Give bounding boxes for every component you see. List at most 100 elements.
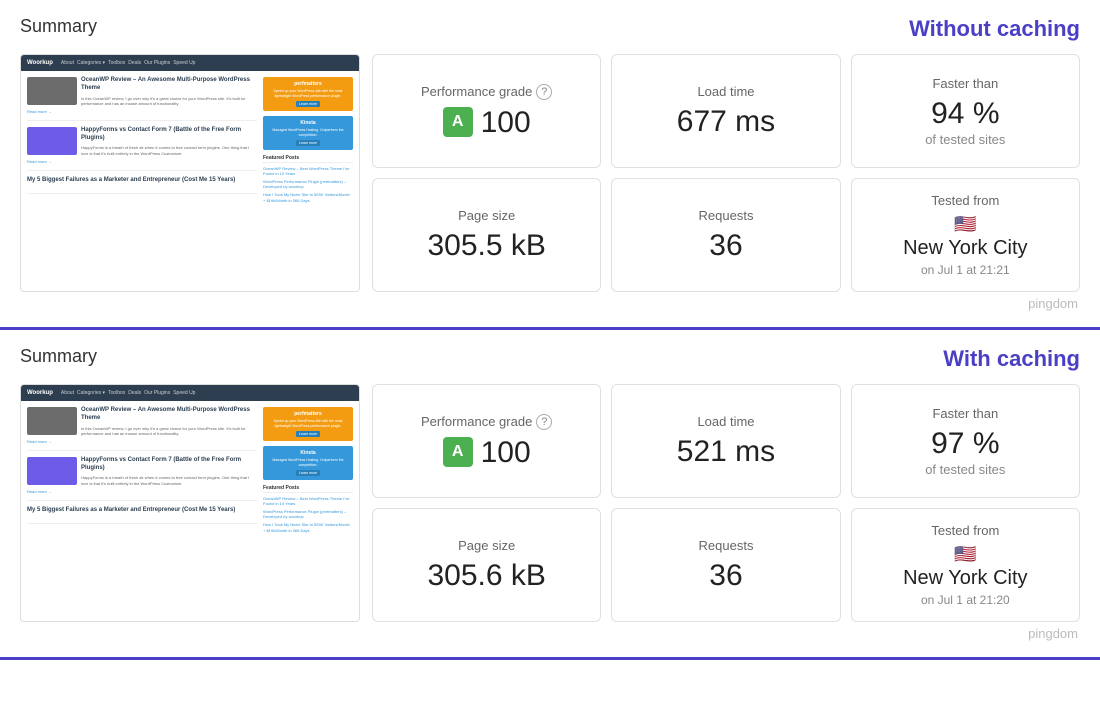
mock-post-2-2: HappyForms vs Contact Form 7 (Battle of …: [27, 457, 257, 501]
mock-featured-label-1: Featured Posts: [263, 155, 353, 163]
mock-post-2-3: My 5 Biggest Failures as a Marketer and …: [27, 507, 257, 525]
section1-faster-title: Faster than: [932, 76, 998, 91]
section1-perf-title: Performance grade ?: [421, 84, 552, 100]
mock-featured-link-2: WordPress Performance Plugin (perfmatter…: [263, 179, 353, 190]
mock-sidebar-card-1: perfmatters Speed up your WordPress site…: [263, 77, 353, 111]
mock-nav-link-2d: Deals: [128, 390, 141, 396]
section2-date: on Jul 1 at 21:20: [921, 593, 1010, 607]
mock-sidebar-2: perfmatters Speed up your WordPress site…: [263, 407, 353, 535]
mock-main-2: OceanWP Review – An Awesome Multi-Purpos…: [27, 407, 257, 535]
mock-sidebar-card-btn-2-2: Learn more: [296, 470, 320, 476]
section1-page-size-value: 305.5 kB: [427, 229, 545, 262]
mock-post-2-1: OceanWP Review – An Awesome Multi-Purpos…: [27, 407, 257, 451]
mock-nav-link: Toolbox: [108, 60, 125, 66]
section2-metrics-grid: Performance grade ? A 100 Load time 521 …: [372, 384, 1080, 622]
section1-body: Woorkup About Categories ▾ Toolbox Deals…: [20, 54, 1080, 292]
section1-faster-value: 94 %: [931, 97, 999, 130]
mock-post-img-1: [27, 77, 77, 105]
mock-read-more-2: Read more →: [27, 159, 257, 164]
mock-nav-link: Categories ▾: [77, 60, 105, 66]
mock-nav-link: Deals: [128, 60, 141, 66]
mock-nav-brand-2: Woorkup: [27, 390, 53, 396]
section1-performance-grade-card: Performance grade ? A 100: [372, 54, 601, 168]
mock-nav-link: Our Plugins: [144, 60, 170, 66]
section-with-caching: Summary With caching Woorkup About Categ…: [0, 330, 1100, 660]
mock-featured-link-2-1: OceanWP Review – Best WordPress Theme I'…: [263, 496, 353, 507]
perf-help-icon-2[interactable]: ?: [536, 414, 552, 430]
mock-post-1: OceanWP Review – An Awesome Multi-Purpos…: [27, 77, 257, 121]
section2-load-time-card: Load time 521 ms: [611, 384, 840, 498]
section1-tested-from-card: Tested from 🇺🇸 New York City on Jul 1 at…: [851, 178, 1080, 292]
section2-pingdom: pingdom: [20, 626, 1080, 641]
mock-sidebar-card-2-2: Kinsta Managed WordPress Hosting. Outper…: [263, 446, 353, 480]
mock-nav-link-2e: Our Plugins: [144, 390, 170, 396]
mock-featured-label-2: Featured Posts: [263, 485, 353, 493]
section1-flag: 🇺🇸: [954, 214, 976, 235]
mock-content-2: OceanWP Review – An Awesome Multi-Purpos…: [21, 401, 359, 541]
mock-post-title-2-3: My 5 Biggest Failures as a Marketer and …: [27, 507, 257, 515]
mock-main-1: OceanWP Review – An Awesome Multi-Purpos…: [27, 77, 257, 205]
mock-post-text-2: HappyForms is a breath of fresh air when…: [81, 145, 257, 156]
section2-city: New York City: [903, 567, 1028, 590]
mock-post-img-2: [27, 127, 77, 155]
section2-load-title: Load time: [697, 414, 754, 429]
mock-sidebar-card-btn-1: Learn more: [296, 101, 320, 107]
section2-grade-badge: A: [443, 437, 473, 467]
section1-grade-number: 100: [481, 106, 531, 139]
mock-nav-links-1: About Categories ▾ Toolbox Deals Our Plu…: [61, 60, 196, 66]
section1-date: on Jul 1 at 21:21: [921, 263, 1010, 277]
mock-sidebar-card-title-2-2: Kinsta: [267, 450, 349, 456]
mock-post-img-2-2: [27, 457, 77, 485]
mock-content-1: OceanWP Review – An Awesome Multi-Purpos…: [21, 71, 359, 211]
section1-requests-value: 36: [709, 229, 742, 262]
mock-nav-2: Woorkup About Categories ▾ Toolbox Deals…: [21, 385, 359, 401]
mock-sidebar-card-text-2-1: Speed up your WordPress site with the mo…: [267, 419, 349, 429]
section2-grade-number: 100: [481, 436, 531, 469]
section2-faster-than-card: Faster than 97 % of tested sites: [851, 384, 1080, 498]
section1-pingdom: pingdom: [20, 296, 1080, 311]
section2-screenshot: Woorkup About Categories ▾ Toolbox Deals…: [20, 384, 360, 622]
section2-faster-value: 97 %: [931, 427, 999, 460]
mock-sidebar-card-2-1: perfmatters Speed up your WordPress site…: [263, 407, 353, 441]
section1-requests-card: Requests 36: [611, 178, 840, 292]
section2-page-size-value: 305.6 kB: [427, 559, 545, 592]
mock-featured-link-1: OceanWP Review – Best WordPress Theme I'…: [263, 166, 353, 177]
mock-nav-link: About: [61, 60, 74, 66]
perf-help-icon[interactable]: ?: [536, 84, 552, 100]
section1-tested-from-title: Tested from: [931, 193, 999, 208]
section2-flag: 🇺🇸: [954, 544, 976, 565]
section2-perf-title: Performance grade ?: [421, 414, 552, 430]
mock-post-text-1: Is this OceanWP review, I go over why it…: [81, 96, 257, 107]
mock-sidebar-card-title-2: Kinsta: [267, 120, 349, 126]
section1-caching-label: Without caching: [909, 16, 1080, 42]
mock-featured-link-2-2: WordPress Performance Plugin (perfmatter…: [263, 509, 353, 520]
mock-sidebar-card-title-1: perfmatters: [267, 81, 349, 87]
mock-featured-link-3: How I Took My Niche Site to 593K Visitor…: [263, 192, 353, 203]
mock-nav-link-2c: Toolbox: [108, 390, 125, 396]
section2-header: Summary With caching: [20, 346, 1080, 372]
mock-site-1: Woorkup About Categories ▾ Toolbox Deals…: [21, 55, 359, 291]
section1-requests-title: Requests: [699, 208, 754, 223]
section1-screenshot: Woorkup About Categories ▾ Toolbox Deals…: [20, 54, 360, 292]
section1-faster-than-card: Faster than 94 % of tested sites: [851, 54, 1080, 168]
section2-faster-title: Faster than: [932, 406, 998, 421]
section2-page-size-title: Page size: [458, 538, 515, 553]
mock-sidebar-1: perfmatters Speed up your WordPress site…: [263, 77, 353, 205]
mock-post-3: My 5 Biggest Failures as a Marketer and …: [27, 177, 257, 195]
section1-faster-sub: of tested sites: [925, 132, 1005, 147]
section2-load-value: 521 ms: [677, 435, 775, 468]
mock-sidebar-card-btn-2: Learn more: [296, 140, 320, 146]
mock-post-title-3: My 5 Biggest Failures as a Marketer and …: [27, 177, 257, 185]
mock-read-more-2-1: Read more →: [27, 439, 257, 444]
mock-sidebar-card-btn-2-1: Learn more: [296, 431, 320, 437]
section1-perf-value: A 100: [443, 106, 531, 139]
mock-post-text-2-1: Is this OceanWP review, I go over why it…: [81, 426, 257, 437]
section1-city: New York City: [903, 237, 1028, 260]
mock-nav-link-2a: About: [61, 390, 74, 396]
mock-nav-1: Woorkup About Categories ▾ Toolbox Deals…: [21, 55, 359, 71]
section2-requests-title: Requests: [699, 538, 754, 553]
section-without-caching: Summary Without caching Woorkup About Ca…: [0, 0, 1100, 330]
section1-metrics-grid: Performance grade ? A 100 Load time 677 …: [372, 54, 1080, 292]
section2-summary-label: Summary: [20, 346, 97, 367]
mock-read-more-2-2: Read more →: [27, 489, 257, 494]
